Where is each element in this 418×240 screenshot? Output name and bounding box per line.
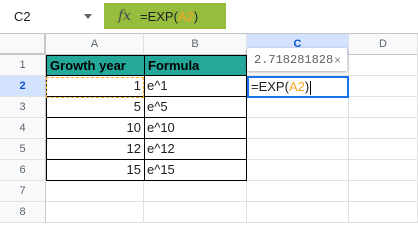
cell-b4[interactable]: e^10 <box>144 118 247 139</box>
cell-d7[interactable] <box>349 181 418 202</box>
name-box-value: C2 <box>14 9 31 24</box>
row-header-3[interactable]: 3 <box>0 97 46 118</box>
cell-a5[interactable]: 12 <box>46 139 145 160</box>
cell-d5[interactable] <box>349 139 418 160</box>
cell-a7[interactable] <box>46 181 144 202</box>
cell-a3[interactable]: 5 <box>46 97 145 118</box>
cell-formula-prefix: =EXP( <box>251 79 289 94</box>
cell-c5[interactable] <box>247 139 349 160</box>
cell-b5[interactable]: e^12 <box>144 139 247 160</box>
cell-d1[interactable] <box>349 55 418 76</box>
formula-result-preview: 2.718281828 × <box>247 48 347 71</box>
preview-value: 2.718281828 <box>254 52 334 67</box>
cell-c8[interactable] <box>247 202 349 223</box>
cell-b7[interactable] <box>144 181 247 202</box>
cell-b3[interactable]: e^5 <box>144 97 247 118</box>
row-header-5[interactable]: 5 <box>0 139 46 160</box>
cell-c7[interactable] <box>247 181 349 202</box>
column-header-a[interactable]: A <box>46 34 144 55</box>
column-header-b[interactable]: B <box>144 34 247 55</box>
cell-c3[interactable] <box>247 97 349 118</box>
cell-d8[interactable] <box>349 202 418 223</box>
cell-a6[interactable]: 15 <box>46 160 145 181</box>
formula-input[interactable]: =EXP(A2) <box>138 9 198 24</box>
cell-d2[interactable] <box>349 76 418 97</box>
cell-d4[interactable] <box>349 118 418 139</box>
row-header-7[interactable]: 7 <box>0 181 46 202</box>
cell-formula-suffix: ) <box>304 79 310 94</box>
row-header-1[interactable]: 1 <box>0 55 46 76</box>
text-cursor <box>310 80 312 95</box>
formula-prefix: =EXP( <box>140 8 178 24</box>
fx-icon: fx <box>118 8 132 24</box>
select-all-corner[interactable] <box>0 34 46 55</box>
column-header-d[interactable]: D <box>349 34 418 55</box>
formula-reference: A2 <box>177 8 194 24</box>
cell-b2[interactable]: e^1 <box>144 76 247 97</box>
close-icon[interactable]: × <box>334 53 347 67</box>
active-cell-c2[interactable]: =EXP(A2) <box>247 76 349 98</box>
cell-b8[interactable] <box>144 202 247 223</box>
formula-input-area[interactable]: fx =EXP(A2) <box>104 3 226 29</box>
cell-b1[interactable]: Formula <box>144 55 247 76</box>
name-box[interactable]: C2 <box>0 0 100 33</box>
cell-c6[interactable] <box>247 160 349 181</box>
row-header-8[interactable]: 8 <box>0 202 46 223</box>
row-header-2[interactable]: 2 <box>0 76 46 97</box>
chevron-down-icon[interactable] <box>84 14 92 19</box>
cell-formula-reference: A2 <box>288 79 305 94</box>
cell-b6[interactable]: e^15 <box>144 160 247 181</box>
row-header-4[interactable]: 4 <box>0 118 46 139</box>
formula-suffix: ) <box>193 8 199 24</box>
formula-bar: C2 fx =EXP(A2) <box>0 0 418 34</box>
cell-d6[interactable] <box>349 160 418 181</box>
cell-d3[interactable] <box>349 97 418 118</box>
cell-a2[interactable]: 1 <box>46 76 145 97</box>
cell-a8[interactable] <box>46 202 144 223</box>
row-header-6[interactable]: 6 <box>0 160 46 181</box>
cell-a4[interactable]: 10 <box>46 118 145 139</box>
cell-a1[interactable]: Growth year <box>46 55 145 76</box>
cell-c4[interactable] <box>247 118 349 139</box>
